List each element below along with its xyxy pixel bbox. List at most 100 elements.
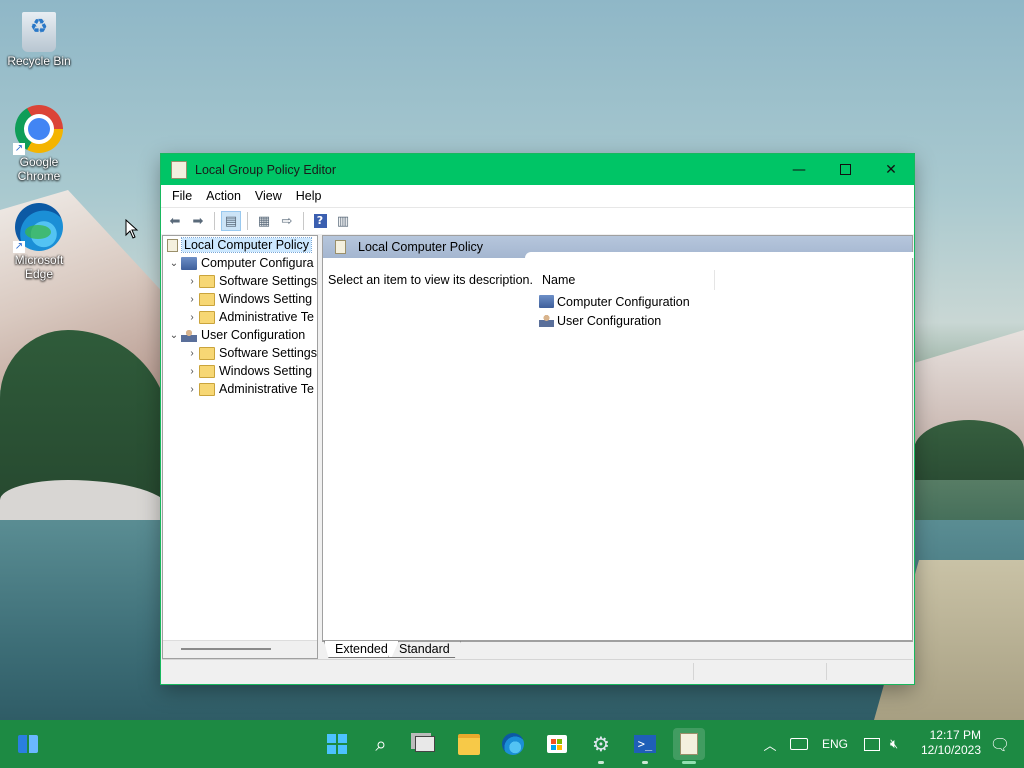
widgets-icon xyxy=(18,735,38,753)
export-list-button[interactable]: ⇨ xyxy=(277,211,297,231)
running-indicator xyxy=(682,761,696,764)
desktop-icon-microsoft-edge[interactable]: ↗ Microsoft Edge xyxy=(1,203,77,281)
tree-item-software-settings[interactable]: › Software Settings xyxy=(163,344,317,362)
back-arrow-icon: ⬅ xyxy=(169,213,181,229)
desktop-icon-label: Microsoft Edge xyxy=(14,253,64,281)
toolbar-separator xyxy=(247,212,248,230)
start-button[interactable] xyxy=(321,728,353,760)
desktop-icon-label: Google Chrome xyxy=(17,155,61,183)
show-action-pane-button[interactable]: ▥ xyxy=(333,211,353,231)
close-icon: ✕ xyxy=(885,161,897,178)
notification-center-button[interactable]: 🗨︎ xyxy=(984,728,1016,760)
tab-standard[interactable]: Standard xyxy=(388,641,461,658)
running-indicator xyxy=(598,761,604,764)
menu-file[interactable]: File xyxy=(165,189,199,203)
search-icon: ⌕ xyxy=(375,732,387,756)
search-button[interactable]: ⌕ xyxy=(365,728,397,760)
network-icon[interactable] xyxy=(864,737,881,751)
policy-editor-app-icon xyxy=(680,733,698,755)
task-view-icon xyxy=(415,736,435,752)
chevron-down-icon[interactable]: ⌄ xyxy=(167,258,181,269)
language-indicator[interactable]: ENG xyxy=(822,737,848,751)
help-icon: ? xyxy=(313,214,327,228)
tree-item-label: User Configuration xyxy=(201,328,306,342)
tree-item-administrative-templates[interactable]: › Administrative Te xyxy=(163,380,317,398)
shortcut-arrow-icon: ↗ xyxy=(13,241,25,253)
maximize-button[interactable] xyxy=(822,154,868,185)
tree-item-label: Windows Setting xyxy=(219,364,313,378)
user-icon xyxy=(181,328,197,342)
tab-extended[interactable]: Extended xyxy=(324,641,399,658)
chevron-up-icon[interactable]: ︿ xyxy=(760,735,780,754)
show-hide-console-tree-button[interactable]: ▤ xyxy=(221,211,241,231)
group-policy-editor-window[interactable]: Local Group Policy Editor — ✕ File Actio… xyxy=(161,154,914,684)
show-desktop-widget-button[interactable] xyxy=(12,728,44,760)
details-pane-header: Local Computer Policy xyxy=(323,236,914,258)
chevron-right-icon[interactable]: › xyxy=(185,294,199,305)
menu-help[interactable]: Help xyxy=(289,189,329,203)
tree-item-user-configuration[interactable]: ⌄ User Configuration xyxy=(163,326,317,344)
console-tree-icon: ▤ xyxy=(224,213,238,229)
tree-item-windows-settings[interactable]: › Windows Setting xyxy=(163,290,317,308)
details-pane[interactable]: Local Computer Policy Select an item to … xyxy=(322,235,914,641)
minimize-button[interactable]: — xyxy=(776,154,822,185)
taskbar-microsoft-store[interactable] xyxy=(541,728,573,760)
folder-icon xyxy=(199,310,215,324)
view-tabs: Extended Standard xyxy=(322,641,913,660)
folder-icon xyxy=(199,382,215,396)
taskbar: ⌕ ⚙ >_ ︿ ENG 🔇︎ 12:17 PM 12/10/2023 🗨︎ xyxy=(0,720,1024,768)
properties-button[interactable]: ▦ xyxy=(254,211,274,231)
wallpaper-trees-right xyxy=(914,420,1024,480)
chevron-right-icon[interactable]: › xyxy=(185,366,199,377)
clock-time: 12:17 PM xyxy=(929,728,981,742)
taskbar-group-policy-editor[interactable] xyxy=(673,728,705,764)
volume-muted-icon[interactable]: 🔇︎ xyxy=(890,736,898,752)
tree-item-label: Administrative Te xyxy=(219,382,314,396)
clock-date: 12/10/2023 xyxy=(920,743,981,757)
tree-item-administrative-templates[interactable]: › Administrative Te xyxy=(163,308,317,326)
keyboard-icon[interactable] xyxy=(790,738,808,750)
tree-item-label: Software Settings xyxy=(219,346,317,360)
desktop-icon-google-chrome[interactable]: ↗ Google Chrome xyxy=(1,105,77,183)
details-pane-title: Local Computer Policy xyxy=(358,240,484,254)
tree-item-local-computer-policy[interactable]: Local Computer Policy xyxy=(163,236,317,254)
title-bar[interactable]: Local Group Policy Editor — ✕ xyxy=(161,154,914,185)
help-button[interactable]: ? xyxy=(310,211,330,231)
menu-action[interactable]: Action xyxy=(199,189,248,203)
list-item-label: User Configuration xyxy=(557,313,662,328)
maximize-icon xyxy=(839,164,851,175)
column-header-name[interactable]: Name xyxy=(539,270,715,290)
chevron-right-icon[interactable]: › xyxy=(185,384,199,395)
scrollbar-thumb[interactable] xyxy=(181,648,271,650)
taskbar-settings[interactable]: ⚙ xyxy=(585,728,617,764)
chevron-right-icon[interactable]: › xyxy=(185,348,199,359)
list-item-label: Computer Configuration xyxy=(557,294,690,309)
clock[interactable]: 12:17 PM 12/10/2023 xyxy=(921,728,981,758)
tree-item-windows-settings[interactable]: › Windows Setting xyxy=(163,362,317,380)
recycle-bin-icon xyxy=(22,12,56,52)
task-view-button[interactable] xyxy=(409,728,441,760)
taskbar-microsoft-edge[interactable] xyxy=(497,728,529,760)
tree-item-software-settings[interactable]: › Software Settings xyxy=(163,272,317,290)
chevron-right-icon[interactable]: › xyxy=(185,276,199,287)
folder-icon xyxy=(199,274,215,288)
list-item-user-configuration[interactable]: User Configuration xyxy=(539,311,661,330)
tree-item-label: Local Computer Policy xyxy=(180,237,313,253)
chevron-down-icon[interactable]: ⌄ xyxy=(167,330,181,341)
horizontal-scrollbar[interactable] xyxy=(163,640,317,658)
console-tree[interactable]: Local Computer Policy ⌄ Computer Configu… xyxy=(162,235,318,659)
properties-icon: ▦ xyxy=(257,213,271,229)
back-button[interactable]: ⬅ xyxy=(165,211,185,231)
taskbar-powershell[interactable]: >_ xyxy=(629,728,661,764)
taskbar-file-explorer[interactable] xyxy=(453,728,485,760)
tree-item-label: Windows Setting xyxy=(219,292,313,306)
list-item-computer-configuration[interactable]: Computer Configuration xyxy=(539,292,690,311)
chevron-right-icon[interactable]: › xyxy=(185,312,199,323)
tree-item-computer-configuration[interactable]: ⌄ Computer Configura xyxy=(163,254,317,272)
close-button[interactable]: ✕ xyxy=(868,154,914,185)
desktop-icon-recycle-bin[interactable]: Recycle Bin xyxy=(1,10,77,68)
export-list-icon: ⇨ xyxy=(281,213,293,229)
menu-view[interactable]: View xyxy=(248,189,289,203)
notification-icon: 🗨︎ xyxy=(989,734,1011,754)
forward-button[interactable]: ➡ xyxy=(188,211,208,231)
